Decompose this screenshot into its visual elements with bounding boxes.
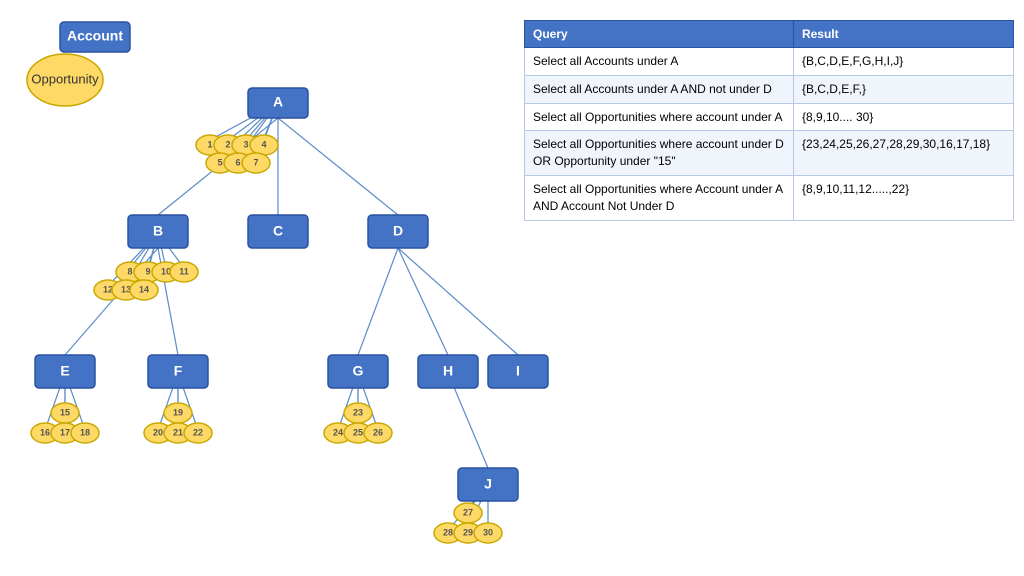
opp-16-label: 16 [40,427,50,437]
opp-26-label: 26 [373,427,383,437]
node-H-label: H [443,363,453,379]
opp-4-label: 4 [261,139,266,149]
opp-19-label: 19 [173,407,183,417]
query-cell: Select all Accounts under A [525,48,794,76]
result-cell: {8,9,10,11,12.....,22} [793,175,1013,220]
opp-11-label: 11 [179,266,189,276]
result-cell: {8,9,10.... 30} [793,103,1013,131]
opp-21-label: 21 [173,427,183,437]
result-cell: {23,24,25,26,27,28,29,30,16,17,18} [793,131,1013,176]
table-row: Select all Opportunities where Account u… [525,175,1014,220]
opp-3-label: 3 [243,139,248,149]
opp-17-label: 17 [60,427,70,437]
node-E-label: E [60,363,69,379]
table-row: Select all Opportunities where account u… [525,103,1014,131]
opp-9-label: 9 [145,266,150,276]
node-C-label: C [273,223,283,239]
result-cell: {B,C,D,E,F,} [793,75,1013,103]
table-row: Select all Accounts under A AND not unde… [525,75,1014,103]
opp-14-label: 14 [139,284,149,294]
opp-24-label: 24 [333,427,343,437]
table-row: Select all Opportunities where account u… [525,131,1014,176]
query-cell: Select all Opportunities where Account u… [525,175,794,220]
query-cell: Select all Opportunities where account u… [525,131,794,176]
node-A-label: A [273,94,283,110]
table-row: Select all Accounts under A{B,C,D,E,F,G,… [525,48,1014,76]
tree-diagram: Account Opportunity [0,0,560,576]
opp-6-label: 6 [235,157,240,167]
query-results-table: Query Result Select all Accounts under A… [524,20,1014,221]
result-cell: {B,C,D,E,F,G,H,I,J} [793,48,1013,76]
opp-27-label: 27 [463,507,473,517]
opp-20-label: 20 [153,427,163,437]
node-F-label: F [174,363,183,379]
opp-29-label: 29 [463,527,473,537]
col-query-header: Query [525,21,794,48]
main-container: Account Opportunity [0,0,1024,576]
col-result-header: Result [793,21,1013,48]
opp-22-label: 22 [193,427,203,437]
node-B-label: B [153,223,163,239]
legend-account-label: Account [67,28,123,44]
opp-18-label: 18 [80,427,90,437]
node-I-label: I [516,363,520,379]
node-J-label: J [484,476,492,492]
node-D-label: D [393,223,403,239]
opp-28-label: 28 [443,527,453,537]
legend-opp-label: Opportunity [31,71,99,86]
query-cell: Select all Accounts under A AND not unde… [525,75,794,103]
query-table-container: Query Result Select all Accounts under A… [524,20,1014,221]
opp-30-label: 30 [483,527,493,537]
opp-23-label: 23 [353,407,363,417]
opp-5-label: 5 [217,157,222,167]
opp-15-label: 15 [60,407,70,417]
opp-8-label: 8 [127,266,132,276]
opp-7-label: 7 [253,157,258,167]
query-cell: Select all Opportunities where account u… [525,103,794,131]
opp-1-label: 1 [207,139,212,149]
node-G-label: G [353,363,364,379]
opp-2-label: 2 [225,139,230,149]
opp-25-label: 25 [353,427,363,437]
